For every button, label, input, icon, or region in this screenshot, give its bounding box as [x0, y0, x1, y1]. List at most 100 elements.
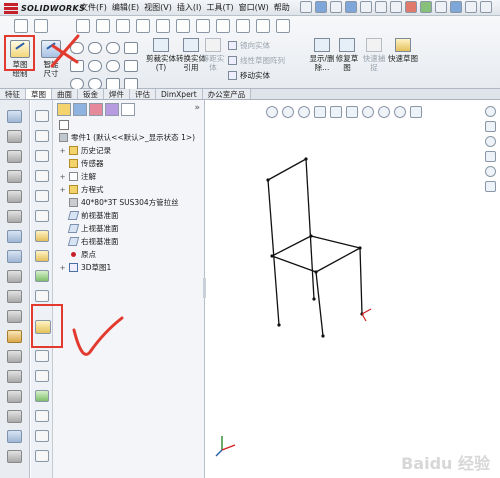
sketch-spline-icon[interactable]	[35, 170, 49, 182]
dimxpert-tab-icon[interactable]	[105, 103, 119, 116]
expand-icon[interactable]: +	[59, 173, 66, 181]
sketch-offset-icon[interactable]	[35, 370, 49, 382]
configurationmanager-tab-icon[interactable]	[89, 103, 103, 116]
quick-snaps-button[interactable]: 快速捕捉	[360, 38, 388, 72]
offset-entities-button[interactable]: 等距实体	[200, 38, 226, 72]
pattern-icon[interactable]	[7, 330, 22, 343]
chevron-right-icon[interactable]: »	[194, 103, 200, 113]
rebuild-icon[interactable]	[405, 1, 417, 13]
trim-entities-button[interactable]: 剪裁实体(T)	[144, 38, 178, 72]
line-icon[interactable]	[70, 42, 84, 54]
tab-sketch[interactable]: 草图	[26, 89, 52, 99]
sketch-dimension-icon[interactable]	[35, 250, 49, 262]
cut-icon[interactable]	[7, 250, 22, 263]
sketch-circle-icon[interactable]	[35, 130, 49, 142]
tree-item-origin[interactable]: 原点	[59, 248, 205, 261]
spline-tool-icon[interactable]	[156, 19, 170, 33]
menu-window[interactable]: 窗口(W)	[239, 2, 269, 13]
arc-icon[interactable]	[106, 42, 120, 54]
chamfer-icon[interactable]	[7, 290, 22, 303]
fillet-tool-icon[interactable]	[196, 19, 210, 33]
select-arrow-icon[interactable]	[390, 1, 402, 13]
point-tool-icon[interactable]	[176, 19, 190, 33]
hole-icon[interactable]	[7, 270, 22, 283]
instant3d-icon[interactable]	[7, 410, 22, 423]
tree-item-history[interactable]: + 历史记录	[59, 144, 205, 157]
tree-item-sensors[interactable]: 传感器	[59, 157, 205, 170]
plane-tool-icon[interactable]	[236, 19, 250, 33]
sketch-ellipse-icon[interactable]	[35, 210, 49, 222]
tab-evaluate[interactable]: 评估	[130, 89, 156, 99]
menu-view[interactable]: 视图(V)	[144, 2, 172, 13]
ellipse-icon[interactable]	[106, 60, 120, 72]
weld-bead-icon[interactable]	[7, 210, 22, 223]
measure-icon[interactable]	[7, 430, 22, 443]
text-tool-icon[interactable]	[216, 19, 230, 33]
tree-item-material[interactable]: 40*80*3T SUS304方管拉丝	[59, 196, 205, 209]
reference-geometry-icon[interactable]	[7, 370, 22, 383]
mirror-entities[interactable]: 镜向实体	[228, 40, 285, 51]
slot-icon[interactable]	[88, 60, 102, 72]
camera-icon[interactable]	[14, 19, 28, 33]
expand-icon[interactable]: +	[59, 147, 66, 155]
help-icon[interactable]	[465, 1, 477, 13]
rapid-sketch-button[interactable]: 快速草图	[388, 38, 418, 63]
expand-icon[interactable]: +	[59, 186, 66, 194]
circle-icon[interactable]	[88, 42, 102, 54]
rectangle-icon[interactable]	[70, 60, 84, 72]
sketch-trim-icon[interactable]	[35, 290, 49, 302]
tree-item-right-plane[interactable]: 右视基准面	[59, 235, 205, 248]
new-doc-icon[interactable]	[300, 1, 312, 13]
display-manager-tab-icon[interactable]	[121, 103, 135, 116]
open-icon[interactable]	[315, 1, 327, 13]
redo-icon[interactable]	[375, 1, 387, 13]
sketch-point-icon[interactable]	[35, 190, 49, 202]
sketch-copy-icon[interactable]	[35, 430, 49, 442]
sketch-mirror-icon[interactable]	[35, 390, 49, 402]
tree-item-front-plane[interactable]: 前视基准面	[59, 209, 205, 222]
propertymanager-tab-icon[interactable]	[73, 103, 87, 116]
circle-tool-icon[interactable]	[116, 19, 130, 33]
window-min-icon[interactable]	[480, 1, 492, 13]
end-cap-icon[interactable]	[7, 170, 22, 183]
line-tool-icon[interactable]	[76, 19, 90, 33]
polygon-icon[interactable]	[124, 60, 138, 72]
sketch-convert-icon[interactable]	[35, 350, 49, 362]
structure-member-icon[interactable]	[7, 130, 22, 143]
menu-insert[interactable]: 插入(I)	[177, 2, 202, 13]
tab-dimxpert[interactable]: DimXpert	[156, 89, 203, 99]
view-orient-icon[interactable]	[450, 1, 462, 13]
tab-office-products[interactable]: 办公室产品	[202, 89, 252, 99]
spline-icon[interactable]	[124, 42, 138, 54]
tab-sheet-metal[interactable]: 钣金	[78, 89, 104, 99]
weldment-icon[interactable]	[7, 110, 22, 123]
tree-item-top-plane[interactable]: 上视基准面	[59, 222, 205, 235]
curves-icon[interactable]	[7, 390, 22, 403]
tab-features[interactable]: 特征	[0, 89, 26, 99]
print-icon[interactable]	[345, 1, 357, 13]
graphics-area[interactable]: Baidu 经验	[206, 100, 500, 478]
sketch-scale-icon[interactable]	[35, 450, 49, 462]
chamfer-tool-icon[interactable]	[256, 19, 270, 33]
sketch-fix-icon[interactable]	[35, 270, 49, 282]
trim-extend-icon[interactable]	[7, 150, 22, 163]
3d-sketch-icon[interactable]	[35, 320, 51, 334]
gusset-icon[interactable]	[7, 190, 22, 203]
tree-item-equations[interactable]: + 方程式	[59, 183, 205, 196]
expand-icon[interactable]: +	[59, 264, 66, 272]
display-icon[interactable]	[435, 1, 447, 13]
tab-surfaces[interactable]: 曲面	[52, 89, 78, 99]
sketch-move-icon[interactable]	[35, 410, 49, 422]
tab-weldments[interactable]: 焊件	[104, 89, 130, 99]
menu-tools[interactable]: 工具(T)	[206, 2, 233, 13]
arc-tool-icon[interactable]	[136, 19, 150, 33]
save-icon[interactable]	[330, 1, 342, 13]
mirror-feature-icon[interactable]	[7, 350, 22, 363]
record-icon[interactable]	[34, 19, 48, 33]
repair-sketch-button[interactable]: 修复草图	[333, 38, 361, 72]
fillet-feature-icon[interactable]	[7, 310, 22, 323]
tree-item-annotations[interactable]: + 注解	[59, 170, 205, 183]
options-icon[interactable]	[420, 1, 432, 13]
menu-help[interactable]: 帮助	[274, 2, 290, 13]
linear-pattern[interactable]: 线性草图阵列	[228, 55, 285, 66]
